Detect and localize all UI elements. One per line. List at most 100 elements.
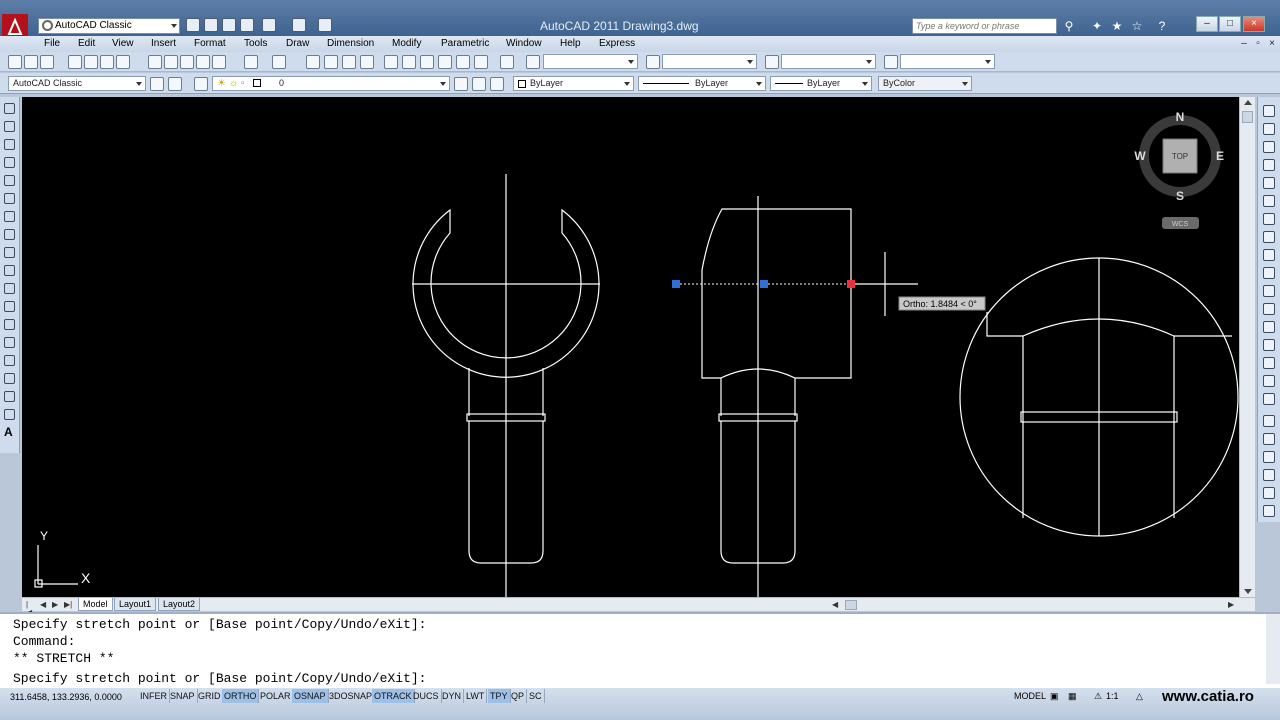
plotstyle-combo[interactable]: ByColor [878,76,972,91]
toggle-dyn[interactable]: DYN [440,689,465,703]
multiline-text-icon[interactable]: A [4,426,15,438]
undo-icon[interactable] [244,55,258,69]
toggle-ortho[interactable]: ORTHO [222,689,260,703]
help-icon[interactable] [500,55,514,69]
publish-icon[interactable] [100,55,114,69]
revision-cloud-icon[interactable] [4,229,15,240]
table-icon[interactable] [4,409,15,420]
grip-point[interactable] [760,280,768,288]
polyline-icon[interactable] [4,139,15,150]
plot-icon[interactable] [68,55,82,69]
erase-icon[interactable] [1263,105,1275,117]
chamfer-icon[interactable] [1263,357,1275,369]
bring-above-icon[interactable] [1263,469,1275,481]
menu-draw[interactable]: Draw [286,38,309,49]
toggle-polar[interactable]: POLAR [258,689,294,703]
toggle-snap[interactable]: SNAP [168,689,198,703]
lineweight-combo[interactable]: ByLayer [770,76,872,91]
doc-close-icon[interactable]: × [1266,38,1278,50]
plot-icon[interactable] [318,18,332,32]
toggle-sc[interactable]: SC [527,689,545,703]
cut-icon[interactable] [148,55,162,69]
block-editor-icon[interactable] [212,55,226,69]
multileader-style-combo[interactable] [900,54,995,69]
layer-combo[interactable]: ☀ ☼ ▫ 0 [212,76,450,91]
restore-button[interactable]: □ [1219,16,1241,32]
qnew-icon[interactable] [8,55,22,69]
array-icon[interactable] [1263,177,1275,189]
menu-tools[interactable]: Tools [244,38,267,49]
copy-object-icon[interactable] [1263,123,1275,135]
pan-icon[interactable] [306,55,320,69]
menu-format[interactable]: Format [194,38,226,49]
arc-icon[interactable] [4,193,15,204]
customize-icon[interactable] [168,77,182,91]
draw-order-icon[interactable] [1263,415,1275,427]
multileader-style-icon[interactable] [884,55,898,69]
prev-tab-icon[interactable]: ◀ [40,601,48,609]
workspace-toolbar-combo[interactable]: AutoCAD Classic [8,76,146,91]
scroll-down-icon[interactable] [1244,589,1252,594]
drawing-svg[interactable]: Y X Ortho: 1.8484 < 0° TOP N S E W WCS [22,97,1239,597]
quickcalc-icon[interactable] [474,55,488,69]
layer-state-icon[interactable] [490,77,504,91]
explode-icon[interactable] [1263,393,1275,405]
point-icon[interactable] [4,337,15,348]
markup-icon[interactable] [456,55,470,69]
linetype-combo[interactable]: ByLayer [638,76,766,91]
minimize-button[interactable]: – [1196,16,1218,32]
bring-to-front-icon[interactable] [1263,433,1275,445]
line-icon[interactable] [4,103,15,114]
open-file-icon[interactable] [204,18,218,32]
sheet-set-icon[interactable] [438,55,452,69]
tools-icon[interactable]: ✦ [1090,19,1104,33]
make-block-icon[interactable] [4,319,15,330]
menu-dimension[interactable]: Dimension [327,38,374,49]
circle-icon[interactable] [4,211,15,222]
compass-north[interactable]: N [1176,110,1185,124]
tool-palettes-icon[interactable] [420,55,434,69]
tab-model[interactable]: Model [78,598,113,611]
open-icon[interactable] [24,55,38,69]
plot-preview-icon[interactable] [84,55,98,69]
spline-icon[interactable] [4,247,15,258]
move-icon[interactable] [1263,195,1275,207]
text-style-combo[interactable] [543,54,638,69]
mirror-icon[interactable] [1263,141,1275,153]
workspace-settings-icon[interactable] [150,77,164,91]
first-tab-icon[interactable]: |◀ [26,601,34,617]
dim-style-combo[interactable] [662,54,757,69]
text-style-icon[interactable] [526,55,540,69]
toggle-qp[interactable]: QP [509,689,528,703]
3d-dwf-icon[interactable] [116,55,130,69]
trim-icon[interactable] [1263,267,1275,279]
dim-style-icon[interactable] [646,55,660,69]
command-window[interactable]: Specify stretch point or [Base point/Cop… [0,612,1280,688]
table-style-icon[interactable] [765,55,779,69]
undo-icon[interactable] [262,18,276,32]
toggle-osnap[interactable]: OSNAP [292,689,329,703]
ellipse-arc-icon[interactable] [4,283,15,294]
text-front-icon[interactable] [1263,505,1275,517]
menu-window[interactable]: Window [506,38,542,49]
insert-block-icon[interactable] [4,301,15,312]
zoom-realtime-icon[interactable] [324,55,338,69]
break-at-point-icon[interactable] [1263,303,1275,315]
horizontal-scroll-thumb[interactable] [845,600,857,610]
paste-icon[interactable] [180,55,194,69]
make-current-layer-icon[interactable] [454,77,468,91]
drawing-area[interactable]: Y X Ortho: 1.8484 < 0° TOP N S E W WCS [22,97,1239,597]
scroll-right-icon[interactable]: ▶ [1228,601,1236,609]
quick-view-layouts-icon[interactable]: ▣ [1050,689,1059,703]
compass-west[interactable]: W [1134,149,1146,163]
compass-south[interactable]: S [1176,189,1184,203]
save-as-icon[interactable] [240,18,254,32]
zoom-previous-icon[interactable] [360,55,374,69]
stretch-icon[interactable] [1263,249,1275,261]
grip-hot-point[interactable] [847,280,855,288]
menu-parametric[interactable]: Parametric [441,38,489,49]
scroll-thumb[interactable] [1242,111,1253,123]
menu-edit[interactable]: Edit [78,38,95,49]
tab-layout2[interactable]: Layout2 [158,598,201,611]
toggle-3dosnap[interactable]: 3DOSNAP [327,689,376,703]
